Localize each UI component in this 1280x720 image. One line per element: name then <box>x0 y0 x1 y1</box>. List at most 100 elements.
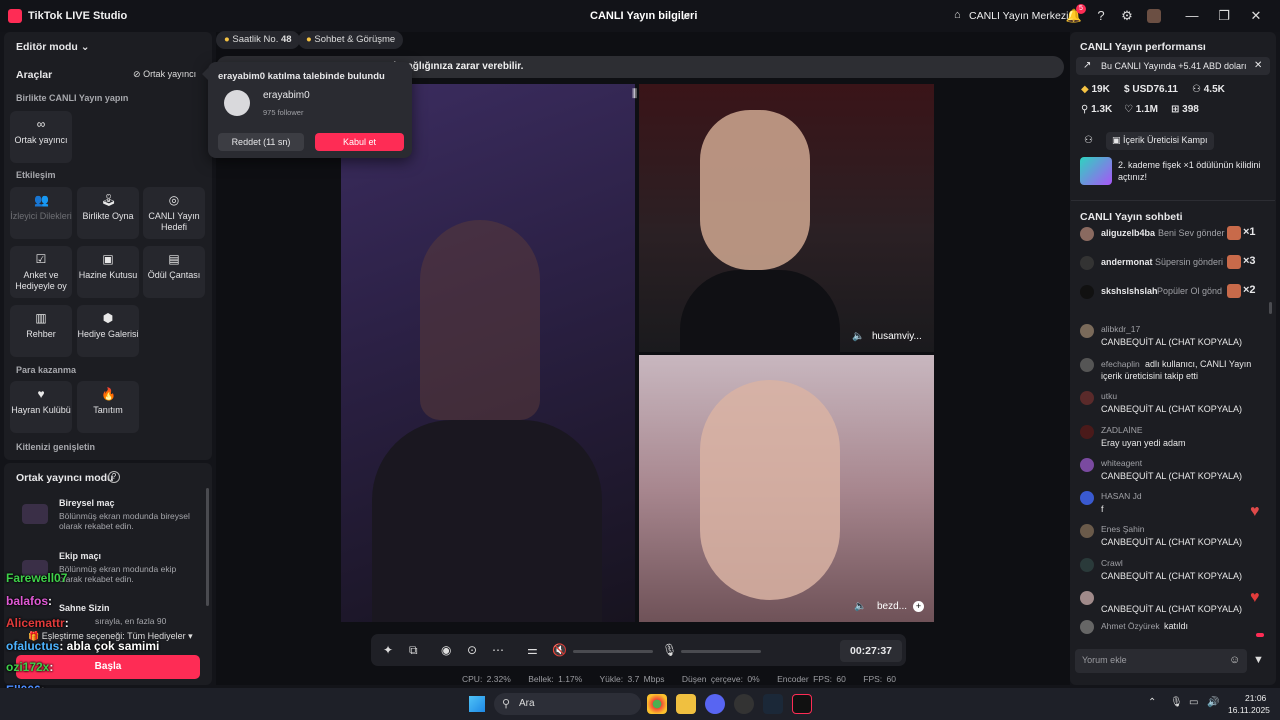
more-icon[interactable]: ⋯ <box>492 643 504 657</box>
mode-solo-title[interactable]: Bireysel maç <box>59 498 115 508</box>
chat-username: alibkdr_17 <box>1101 324 1141 334</box>
volume-slider[interactable] <box>573 650 653 653</box>
editor-mode-toggle[interactable]: Editör modu ⌄ <box>16 41 90 53</box>
tile-target[interactable]: ◎ CANLI Yayın Hedefi <box>143 187 205 239</box>
caret-down-icon: ▾ <box>188 631 193 641</box>
help-icon[interactable]: ? <box>1090 5 1112 27</box>
magic-wand-icon[interactable]: ✦ <box>383 643 393 657</box>
divider <box>1071 200 1275 201</box>
tile-poll[interactable]: ☑ Anket ve Hediyeyle oy <box>10 246 72 298</box>
avatar <box>1080 491 1094 505</box>
audio-level-icon[interactable]: ⫼ <box>632 88 637 101</box>
help-icon[interactable]: ? <box>108 471 120 483</box>
microphone-icon[interactable]: 🎙 <box>662 643 677 657</box>
chat-username: Enes Şahin <box>1101 524 1145 534</box>
add-icon[interactable]: + <box>913 601 924 612</box>
tile-treasure[interactable]: ▣ Hazine Kutusu <box>77 246 139 298</box>
minimize-icon[interactable]: — <box>1181 5 1203 27</box>
chevron-up-icon[interactable]: ⌃ <box>1148 697 1156 708</box>
scrollbar[interactable] <box>206 488 209 606</box>
capture-icon[interactable]: ⊙ <box>467 643 477 657</box>
speaker-icon[interactable]: 🔈 <box>854 601 866 612</box>
cohost-link[interactable]: ⊘ Ortak yayıncı <box>133 69 196 80</box>
chat-message: CANBEQUİT AL (CHAT KOPYALA) <box>1101 471 1243 481</box>
layout-icon[interactable]: ⧉ <box>409 643 418 658</box>
cohost-mode-title: Ortak yayıncı modu <box>16 472 114 484</box>
avatar[interactable] <box>1147 9 1161 23</box>
speaker-icon[interactable]: 🔈 <box>852 331 864 342</box>
tile-heart[interactable]: ♥ Hayran Kulübü <box>10 381 72 433</box>
hourly-rank-chip[interactable]: ● Saatlik No. 48 <box>216 31 300 49</box>
mode-team-desc: olarak rekabet edin. <box>59 574 134 584</box>
avatar <box>1080 425 1094 439</box>
avatar <box>1080 458 1094 472</box>
app-title: TikTok LIVE Studio <box>28 10 128 22</box>
tile-flame[interactable]: 🔥 Tanıtım <box>77 381 139 433</box>
avatar <box>1080 558 1094 572</box>
mic-slider[interactable] <box>681 650 761 653</box>
bag-icon: ▤ <box>168 252 180 266</box>
tile-gift-gallery[interactable]: ⬢ Hediye Galerisi <box>77 305 139 357</box>
tiktok-app-icon[interactable] <box>792 694 812 714</box>
performance-title: CANLI Yayın performansı <box>1080 41 1206 53</box>
overlay-chat-row: Alicemattr: <box>6 616 69 630</box>
tile-book[interactable]: ▥ Rehber <box>10 305 72 357</box>
stat-cpu: CPU: 2.32% <box>462 674 511 684</box>
mic-tray-icon[interactable]: 🎙 <box>1170 697 1183 708</box>
home-icon[interactable]: ⌂ <box>954 9 961 21</box>
mode-solo-desc: olarak rekabet edin. <box>59 521 134 531</box>
target-icon: ◎ <box>168 193 180 207</box>
close-icon[interactable]: ✕ <box>1245 5 1267 27</box>
overlay-chat-row: ofaluctus: abla çok samimi <box>6 639 159 653</box>
mode-solo-desc: Bölünmüş ekran modunda bireysel <box>59 511 190 521</box>
chrome-icon[interactable] <box>647 694 667 714</box>
steam-icon[interactable] <box>763 694 783 714</box>
avatar <box>1080 256 1094 270</box>
taskbar-search[interactable] <box>494 693 641 715</box>
chat-message: CANBEQUİT AL (CHAT KOPYALA) <box>1101 604 1243 614</box>
metric-gifts: ⊞ 398 <box>1171 104 1199 115</box>
mute-icon[interactable]: 🔇 <box>552 643 567 657</box>
mode-stage-title[interactable]: Sahne Sizin <box>59 603 110 613</box>
scrollbar[interactable] <box>1269 302 1272 314</box>
reject-button[interactable]: Reddet (11 sn) <box>218 133 304 151</box>
windows-start-icon[interactable] <box>469 696 485 712</box>
chat-username: whiteagent <box>1101 458 1143 468</box>
gift-icon <box>1227 226 1241 240</box>
category-chip[interactable]: ● Sohbet & Görüşme <box>298 31 404 49</box>
search-icon: ⚲ <box>502 698 511 710</box>
settings-sliders-icon[interactable]: ⚌ <box>527 643 538 657</box>
folder-icon[interactable] <box>676 694 696 714</box>
live-center-link[interactable]: CANLI Yayın Merkezi <box>969 10 1068 22</box>
clock-date[interactable]: 16.11.2025 <box>1228 705 1270 715</box>
gear-icon[interactable]: ⚙ <box>1116 5 1138 27</box>
close-icon[interactable]: ✕ <box>1254 60 1262 71</box>
avatar <box>1080 620 1094 634</box>
accept-button[interactable]: Kabul et <box>315 133 404 151</box>
creator-camp-chip[interactable]: ▣ İçerik Üreticisi Kampı <box>1106 132 1214 150</box>
tile-label: İzleyici Dilekleri <box>10 211 72 221</box>
share-icon[interactable]: ↗ <box>681 9 691 23</box>
section-together: Birlikte CANLI Yayın yapın <box>16 93 129 103</box>
tile-cohost[interactable]: ∞ Ortak yayıncı <box>10 111 72 163</box>
tile-joystick[interactable]: 🕹 Birlikte Oyna <box>77 187 139 239</box>
people-icon: ⚇ <box>1084 135 1093 146</box>
obs-icon[interactable] <box>734 694 754 714</box>
tile-bag[interactable]: ▤ Ödül Çantası <box>143 246 205 298</box>
metric-viewers: ⚇ 4.5K <box>1192 84 1225 95</box>
mode-team-title[interactable]: Ekip maçı <box>59 551 101 561</box>
discord-icon[interactable] <box>705 694 725 714</box>
filter-icon[interactable]: ▼ <box>1253 654 1264 666</box>
network-icon[interactable]: ▭ <box>1189 697 1198 708</box>
maximize-icon[interactable]: ❐ <box>1213 5 1235 27</box>
gift-gallery-icon: ⬢ <box>102 311 114 325</box>
tools-title: Araçlar <box>16 69 53 81</box>
emoji-icon[interactable]: ☺ <box>1229 654 1240 666</box>
clock-time[interactable]: 21:06 <box>1245 693 1266 703</box>
record-icon[interactable]: ◉ <box>441 643 451 657</box>
tile-label: Hazine Kutusu <box>78 270 138 280</box>
tile-label: Anket ve Hediyeyle oy <box>15 270 67 291</box>
comment-placeholder: Yorum ekle <box>1082 655 1127 665</box>
earnings-text: Bu CANLI Yayında +5.41 ABD doları <box>1101 61 1247 71</box>
volume-icon[interactable]: 🔊 <box>1207 697 1219 708</box>
